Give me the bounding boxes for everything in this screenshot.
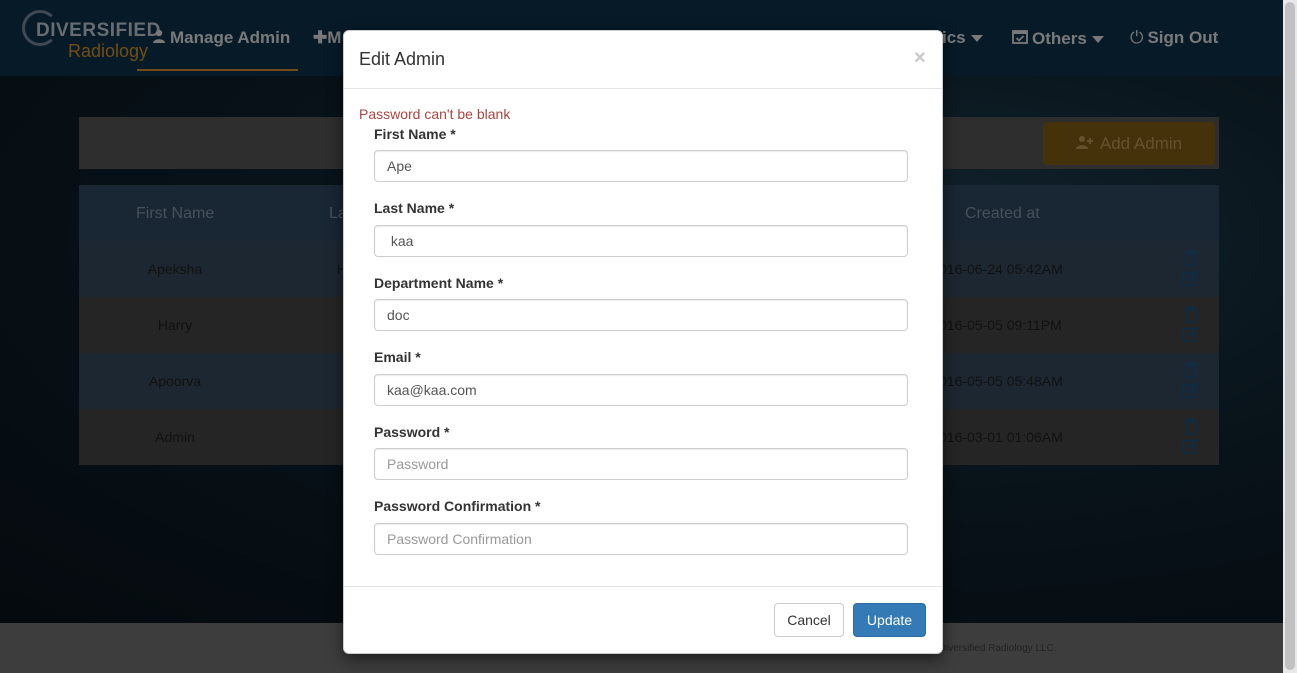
last-name-label: Last Name * [374, 200, 455, 216]
modal-title: Edit Admin [359, 49, 446, 69]
department-name-label: Department Name * [374, 275, 504, 291]
last-name-input[interactable] [374, 225, 908, 257]
first-name-input[interactable] [374, 150, 908, 182]
form-error-message: Password can't be blank [359, 106, 511, 122]
email-label: Email * [374, 349, 421, 365]
modal-footer-divider [344, 586, 942, 587]
close-icon[interactable]: × [914, 47, 926, 70]
scrollbar-thumb[interactable] [1285, 2, 1295, 670]
department-name-input[interactable] [374, 299, 908, 331]
password-confirmation-input[interactable] [374, 523, 908, 555]
password-confirmation-label: Password Confirmation * [374, 498, 541, 514]
first-name-label: First Name * [374, 126, 456, 142]
password-input[interactable] [374, 448, 908, 480]
password-label: Password * [374, 424, 450, 440]
edit-admin-modal: Edit Admin × Password can't be blank Fir… [343, 30, 943, 654]
email-input[interactable] [374, 374, 908, 406]
update-button[interactable]: Update [853, 603, 926, 637]
modal-header: Edit Admin × [344, 31, 942, 89]
cancel-button[interactable]: Cancel [774, 603, 844, 637]
